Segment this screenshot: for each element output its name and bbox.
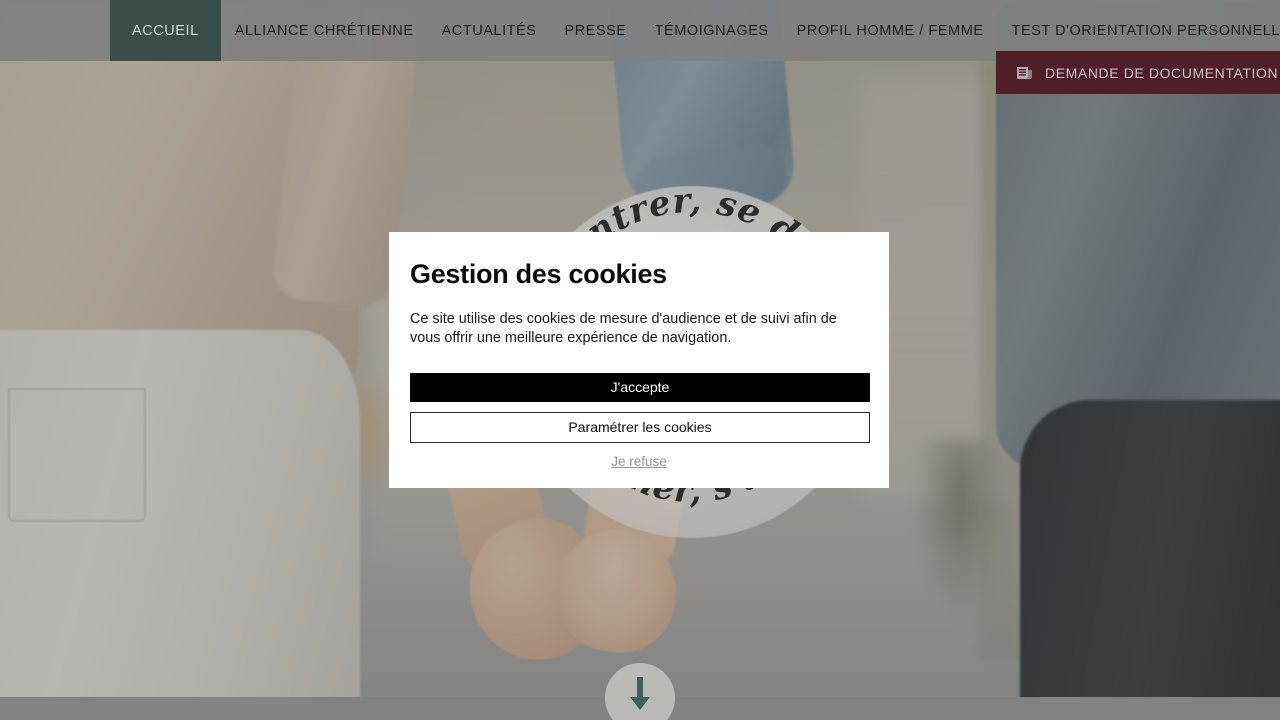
nav-item-presse[interactable]: PRESSE	[551, 0, 641, 61]
nav-item-profil-homme-femme[interactable]: PROFIL HOMME / FEMME	[783, 0, 998, 61]
cookie-consent-dialog: Gestion des cookies Ce site utilise des …	[389, 232, 889, 488]
accept-cookies-button[interactable]: J'accepte	[410, 373, 870, 403]
newspaper-icon	[1016, 66, 1033, 80]
nav-item-accueil[interactable]: ACCUEIL	[110, 0, 221, 61]
cookie-dialog-actions: J'accepte Paramétrer les cookies Je refu…	[410, 373, 870, 471]
refuse-cookies-wrap: Je refuse	[410, 453, 868, 471]
nav-item-actualites[interactable]: ACTUALITÉS	[428, 0, 551, 61]
page-root: contrer, se déc estimer, s'aime ACCUEIL …	[0, 0, 1280, 720]
nav-item-alliance-chretienne[interactable]: ALLIANCE CHRÉTIENNE	[221, 0, 428, 61]
cookie-dialog-description: Ce site utilise des cookies de mesure d'…	[410, 311, 837, 346]
nav-item-temoignages[interactable]: TÉMOIGNAGES	[641, 0, 783, 61]
documentation-request-label: DEMANDE DE DOCUMENTATION	[1045, 64, 1279, 81]
nav-left-spacer	[0, 0, 110, 61]
arrow-down-icon	[630, 677, 650, 710]
cookie-settings-button[interactable]: Paramétrer les cookies	[410, 412, 870, 444]
cookie-dialog-title: Gestion des cookies	[410, 259, 667, 289]
documentation-request-button[interactable]: DEMANDE DE DOCUMENTATION	[996, 51, 1280, 94]
refuse-cookies-link[interactable]: Je refuse	[611, 454, 667, 469]
